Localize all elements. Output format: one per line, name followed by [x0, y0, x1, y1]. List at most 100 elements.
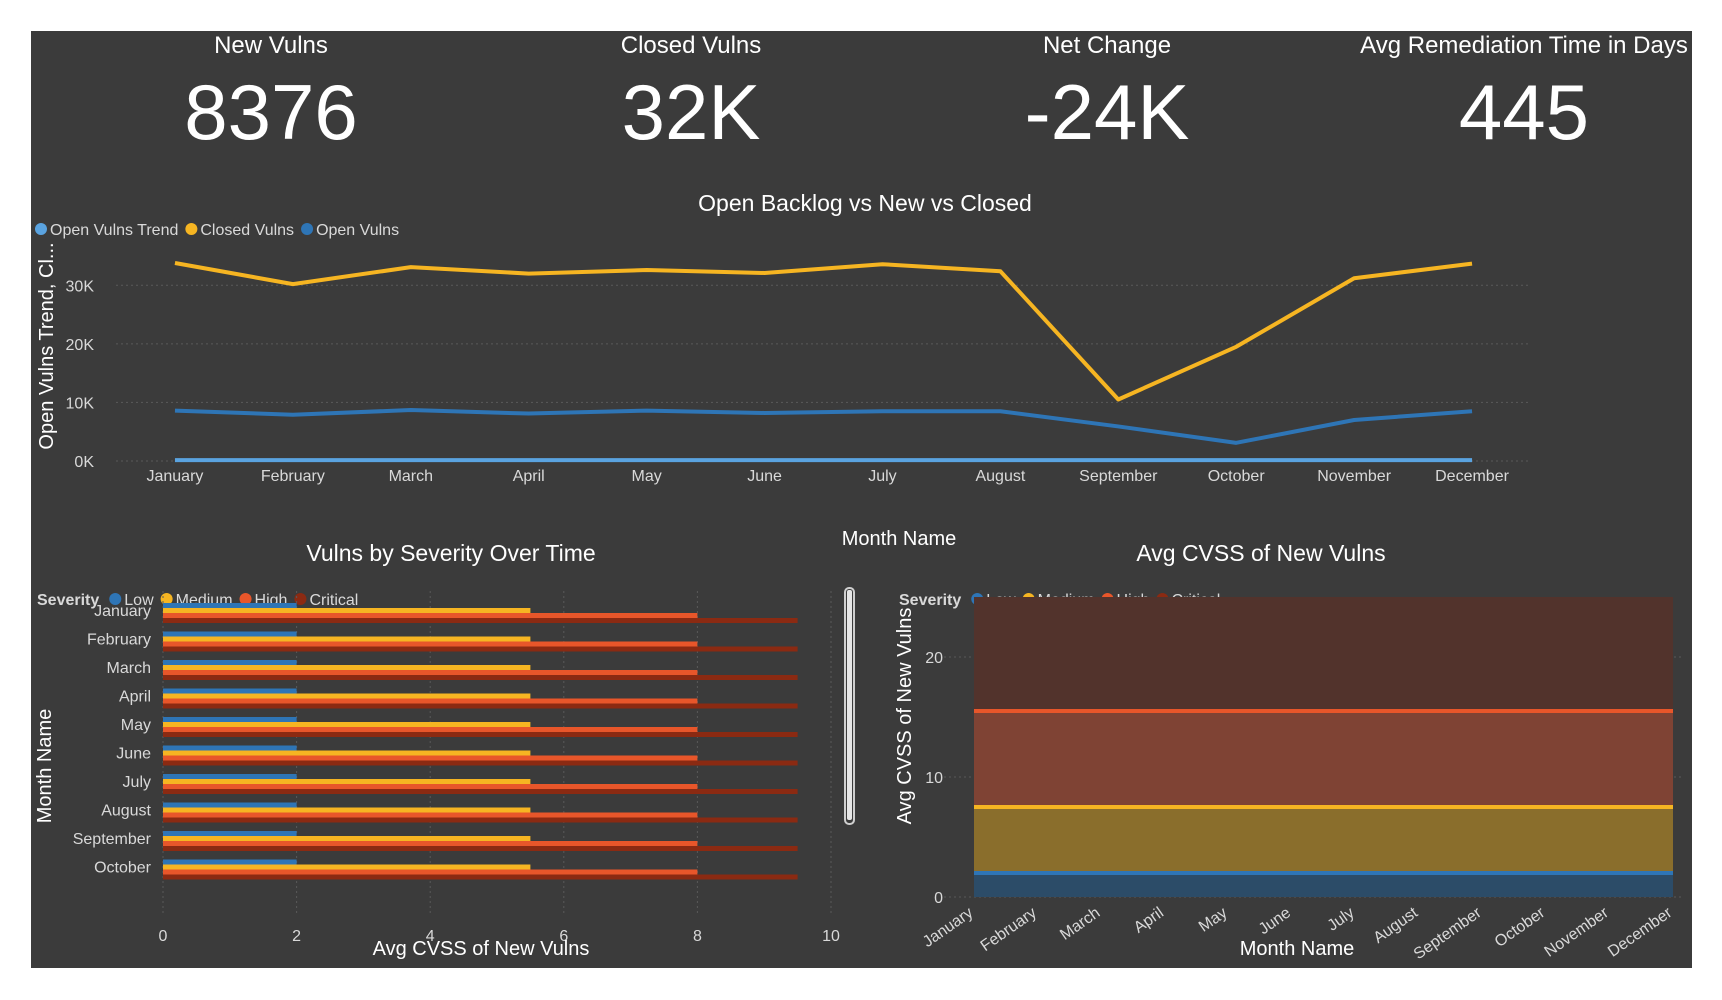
- y-tick-label: 30K: [66, 278, 95, 295]
- y-tick-label: 10K: [66, 395, 95, 412]
- bar-medium[interactable]: [163, 836, 531, 841]
- bar-critical[interactable]: [163, 817, 798, 823]
- bar-medium[interactable]: [163, 864, 531, 870]
- x-tick-label: January: [146, 468, 203, 485]
- bar-high[interactable]: [163, 841, 698, 846]
- kpi-value: 445: [1458, 68, 1590, 156]
- bar-high[interactable]: [163, 613, 698, 618]
- x-tick-label: December: [1605, 904, 1676, 961]
- kpi-label: Avg Remediation Time in Days: [1360, 32, 1688, 59]
- x-tick-label: February: [978, 904, 1040, 955]
- avg-cvss-area-chart[interactable]: Avg CVSS of New Vulns SeverityLowMediumH…: [851, 531, 1692, 968]
- kpi-label: Net Change: [1042, 32, 1172, 59]
- bar-medium[interactable]: [163, 636, 531, 642]
- bar-high[interactable]: [163, 698, 698, 704]
- x-tick-label: February: [261, 468, 325, 485]
- bar-medium[interactable]: [163, 608, 531, 613]
- bar-medium[interactable]: [163, 665, 531, 670]
- x-tick-label: March: [1057, 904, 1103, 943]
- kpi-card-net-change[interactable]: Net Change -24K: [897, 31, 1317, 157]
- bar-critical[interactable]: [163, 646, 798, 652]
- x-tick-label: September: [1079, 468, 1158, 485]
- kpi-value: 8376: [184, 68, 358, 156]
- line-legend[interactable]: Open Vulns Trend Closed Vulns Open Vulns: [35, 222, 399, 239]
- legend-label[interactable]: Critical: [309, 592, 358, 609]
- bar-critical[interactable]: [163, 789, 798, 794]
- y-tick-label: February: [87, 632, 151, 649]
- bar-low[interactable]: [163, 745, 297, 751]
- y-tick-label: 0K: [74, 454, 94, 471]
- chart-title: Open Backlog vs New vs Closed: [698, 190, 1032, 216]
- bar-high[interactable]: [163, 784, 698, 789]
- bar-low[interactable]: [163, 802, 297, 808]
- bar-low[interactable]: [163, 660, 297, 665]
- x-tick-label: June: [1256, 904, 1294, 938]
- bar-low[interactable]: [163, 717, 297, 722]
- kpi-label: Closed Vulns: [620, 32, 762, 59]
- bar-critical[interactable]: [163, 760, 798, 766]
- bar-critical[interactable]: [163, 874, 798, 880]
- legend-label[interactable]: Open Vulns: [316, 222, 399, 239]
- bar-critical[interactable]: [163, 675, 798, 680]
- bar-low[interactable]: [163, 831, 297, 836]
- x-axis-title: Month Name: [1240, 938, 1355, 960]
- kpi-card-new-vulns[interactable]: New Vulns 8376: [61, 31, 481, 157]
- kpi-card-avg-remediation[interactable]: Avg Remediation Time in Days 445: [1314, 31, 1722, 157]
- area-fill-high[interactable]: [974, 711, 1673, 807]
- x-tick-label: October: [1492, 904, 1549, 951]
- bar-high[interactable]: [163, 670, 698, 675]
- area-fill-low[interactable]: [974, 873, 1673, 897]
- bar-low[interactable]: [163, 603, 297, 608]
- bar-medium[interactable]: [163, 722, 531, 727]
- bar-low[interactable]: [163, 631, 297, 637]
- y-axis-title: Month Name: [34, 709, 56, 824]
- bar-critical[interactable]: [163, 732, 798, 737]
- bar-high[interactable]: [163, 869, 698, 875]
- bar-low[interactable]: [163, 859, 297, 865]
- y-tick-label: 0: [934, 890, 943, 907]
- bar-medium[interactable]: [163, 807, 531, 813]
- y-tick-label: May: [121, 717, 151, 734]
- severity-bar-chart[interactable]: Vulns by Severity Over Time Severity Low M…: [31, 531, 881, 968]
- bar-critical[interactable]: [163, 618, 798, 623]
- x-tick-label: November: [1542, 904, 1613, 961]
- kpi-card-closed-vulns[interactable]: Closed Vulns 32K: [481, 31, 901, 157]
- open-backlog-line-chart[interactable]: Open Backlog vs New vs Closed Open Vulns…: [31, 161, 1692, 561]
- x-tick-label: March: [389, 468, 433, 485]
- bar-high[interactable]: [163, 641, 698, 647]
- y-axis-title: Open Vulns Trend, Cl...: [36, 242, 58, 449]
- x-tick-label: 8: [693, 928, 702, 945]
- x-tick-label: April: [1131, 904, 1167, 936]
- x-tick-label: April: [513, 468, 545, 485]
- bar-critical[interactable]: [163, 846, 798, 851]
- bar-critical[interactable]: [163, 703, 798, 709]
- y-tick-label: March: [107, 660, 151, 677]
- x-tick-label: September: [1411, 904, 1485, 963]
- y-axis-title: Avg CVSS of New Vulns: [894, 608, 916, 825]
- bar-low[interactable]: [163, 774, 297, 779]
- area-fill-medium[interactable]: [974, 807, 1673, 873]
- bar-high[interactable]: [163, 812, 698, 818]
- bar-medium[interactable]: [163, 779, 531, 784]
- legend-label[interactable]: Open Vulns Trend: [50, 222, 178, 239]
- series-line-open-vulns[interactable]: [174, 408, 1473, 445]
- y-tick-label: 20K: [66, 337, 95, 354]
- kpi-value: 32K: [621, 68, 761, 156]
- y-tick-label: October: [94, 860, 152, 877]
- x-tick-label: 10: [822, 928, 840, 945]
- bar-high[interactable]: [163, 727, 698, 732]
- legend-label[interactable]: Closed Vulns: [200, 222, 294, 239]
- bar-high[interactable]: [163, 755, 698, 761]
- legend-title: Severity: [37, 592, 99, 609]
- area-fill-critical[interactable]: [974, 597, 1673, 711]
- x-tick-label: July: [868, 468, 896, 485]
- x-tick-label: January: [920, 904, 976, 951]
- series-line-closed-vulns[interactable]: [174, 261, 1473, 402]
- x-tick-label: 2: [292, 928, 301, 945]
- bar-medium[interactable]: [163, 750, 531, 756]
- bar-medium[interactable]: [163, 693, 531, 699]
- legend-marker: [35, 223, 47, 235]
- bar-low[interactable]: [163, 688, 297, 694]
- x-tick-label: May: [1196, 904, 1231, 935]
- y-tick-label: June: [116, 746, 151, 763]
